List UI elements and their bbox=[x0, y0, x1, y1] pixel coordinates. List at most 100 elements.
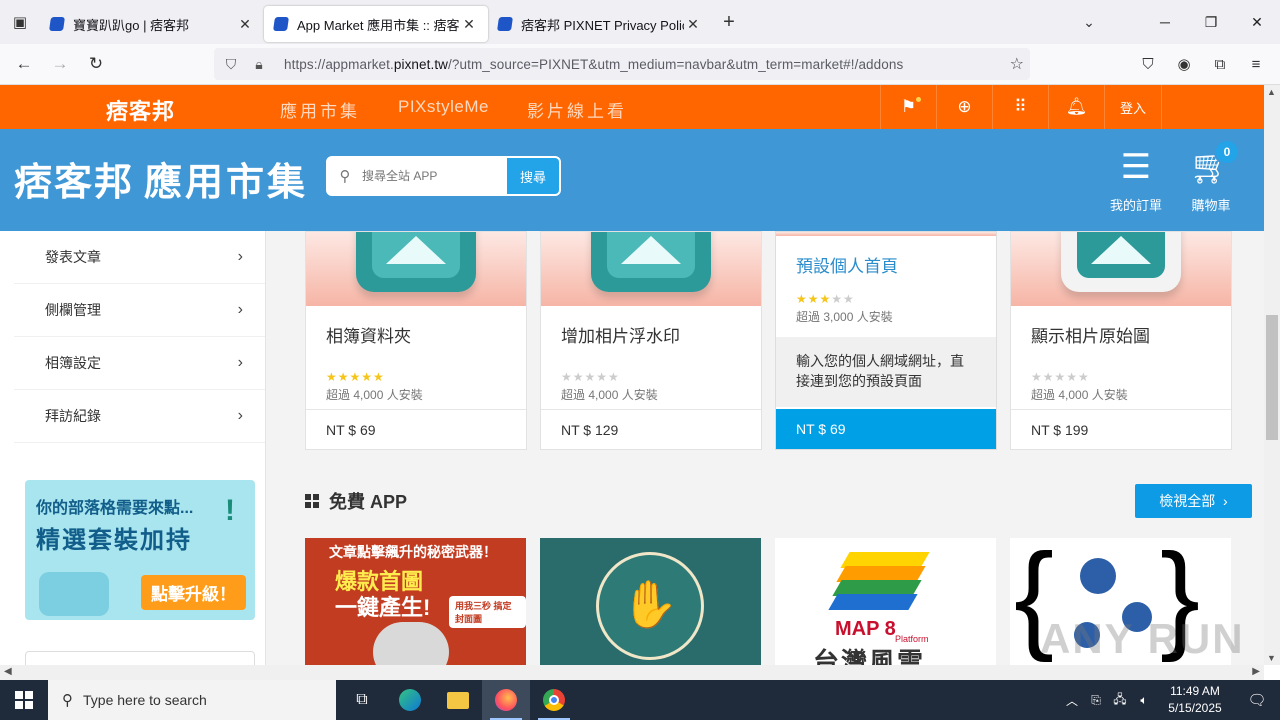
menu-icon[interactable]: ≡ bbox=[1238, 48, 1274, 80]
clock-time: 11:49 AM bbox=[1170, 684, 1220, 698]
tab-title: 痞客邦 PIXNET Privacy Policy bbox=[521, 17, 684, 33]
app-name: 增加相片浮水印 bbox=[561, 327, 680, 346]
search-button[interactable]: 搜尋 bbox=[507, 158, 559, 194]
promo-upgrade-button[interactable]: 點擊升級！ bbox=[141, 575, 246, 610]
edge-icon[interactable] bbox=[386, 680, 434, 720]
url-bar[interactable]: ⛉ 🔒︎ https://appmarket.pixnet.tw/?utm_so… bbox=[214, 48, 1030, 80]
sidebar-item-album-settings[interactable]: 相簿設定 › bbox=[14, 337, 265, 390]
cart-label: 購物車 bbox=[1191, 198, 1231, 213]
app-search-input[interactable] bbox=[362, 158, 507, 194]
back-icon[interactable]: ← bbox=[6, 48, 42, 80]
app-card-hovered[interactable]: 預設個人首頁 ★★★★★ 超過 3,000 人安裝 輸入您的個人網域網址，直接連… bbox=[775, 231, 997, 450]
app-market-brand[interactable]: 痞客邦 應用市集 bbox=[14, 151, 308, 206]
bell-icon[interactable]: 🔔︎ bbox=[1048, 85, 1104, 129]
scroll-up-icon[interactable]: ▲ bbox=[1267, 87, 1276, 97]
restore-icon[interactable]: ❐ bbox=[1188, 0, 1234, 44]
close-tab-icon[interactable]: ✕ bbox=[460, 16, 478, 33]
horizontal-scrollbar[interactable]: ◀ ▶ bbox=[0, 665, 1264, 680]
nav-link-video[interactable]: 影片線上看 bbox=[527, 97, 627, 122]
login-link[interactable]: 登入 bbox=[1104, 85, 1162, 129]
app-name: 預設個人首頁 bbox=[796, 257, 898, 276]
grid-icon[interactable]: ⠿ bbox=[992, 85, 1048, 129]
browser-tab-3[interactable]: 痞客邦 PIXNET Privacy Policy ✕ bbox=[488, 6, 712, 42]
free-app-card-map8[interactable]: MAP 8 Platform 台灣風雲 bbox=[775, 538, 996, 665]
close-tab-icon[interactable]: ✕ bbox=[236, 16, 254, 33]
tab-list-icon[interactable]: ▣ bbox=[0, 0, 40, 44]
scroll-right-icon[interactable]: ▶ bbox=[1252, 666, 1260, 677]
chrome-icon[interactable] bbox=[530, 680, 578, 720]
taskbar-search[interactable]: ⚲ Type here to search bbox=[48, 680, 336, 720]
minimize-icon[interactable]: ─ bbox=[1142, 0, 1188, 44]
app-thumbnail bbox=[541, 232, 761, 306]
vertical-scrollbar[interactable]: ▲ ▼ bbox=[1264, 85, 1280, 665]
firefox-icon[interactable] bbox=[482, 680, 530, 720]
taskbar-search-placeholder: Type here to search bbox=[83, 692, 207, 708]
browser-nav-bar: ← → ↻ ⛉ 🔒︎ https://appmarket.pixnet.tw/?… bbox=[0, 44, 1280, 85]
start-button[interactable] bbox=[0, 680, 48, 720]
file-explorer-icon[interactable] bbox=[434, 680, 482, 720]
account-icon[interactable]: ◉ bbox=[1166, 48, 1202, 80]
app-description: 輸入您的個人網域網址，直接連到您的預設頁面 bbox=[776, 337, 996, 407]
clock-date: 5/15/2025 bbox=[1168, 701, 1222, 715]
notification-icon[interactable]: 🗨︎ bbox=[1234, 691, 1280, 709]
scroll-down-icon[interactable]: ▼ bbox=[1267, 653, 1276, 663]
sidebar-item-widgets[interactable]: 側欄管理 › bbox=[14, 284, 265, 337]
notification-dot bbox=[916, 96, 921, 102]
browser-tab-2[interactable]: App Market 應用市集 :: 痞客邦 ✕ bbox=[264, 6, 488, 42]
volume-icon[interactable]: 🔈︎ bbox=[1132, 693, 1156, 708]
search-circle-icon[interactable]: ⊕ bbox=[936, 85, 992, 129]
promo-line-2: 精選套裝加持 bbox=[36, 527, 192, 554]
close-window-icon[interactable]: ✕ bbox=[1234, 0, 1280, 44]
close-tab-icon[interactable]: ✕ bbox=[684, 16, 702, 33]
pixnet-favicon bbox=[49, 17, 65, 31]
app-price[interactable]: NT $ 69 bbox=[776, 409, 996, 449]
network-icon[interactable]: 🖧︎ bbox=[1108, 690, 1132, 711]
pocket-icon[interactable]: ⛉ bbox=[1130, 48, 1166, 80]
windows-taskbar: ⚲ Type here to search ⧉ ︿ ⎘ 🖧︎ 🔈︎ 11:49 A… bbox=[0, 680, 1280, 720]
orders-label: 我的訂單 bbox=[1109, 198, 1162, 213]
reload-icon[interactable]: ↻ bbox=[78, 48, 114, 80]
upgrade-promo-banner[interactable]: 你的部落格需要來點... 精選套裝加持 ! 點擊升級！ bbox=[25, 480, 255, 620]
new-tab-icon[interactable]: + bbox=[712, 11, 746, 34]
chevron-up-icon[interactable]: ︿ bbox=[1060, 692, 1084, 709]
my-orders-button[interactable]: ☰ 我的訂單 bbox=[1106, 147, 1166, 214]
url-text[interactable]: https://appmarket.pixnet.tw/?utm_source=… bbox=[284, 57, 903, 72]
grid-icon bbox=[305, 494, 319, 508]
task-view-icon[interactable]: ⧉ bbox=[338, 680, 386, 720]
extensions-icon[interactable]: ⧉ bbox=[1202, 48, 1238, 80]
star-rating: ★★★★★ bbox=[1031, 370, 1090, 384]
bookmark-icon[interactable]: ⚑ bbox=[880, 85, 936, 129]
scroll-left-icon[interactable]: ◀ bbox=[4, 666, 12, 677]
app-card[interactable]: 增加相片浮水印 ★★★★★ 超過 4,000 人安裝 NT $ 129 bbox=[540, 231, 762, 450]
scrollbar-thumb[interactable] bbox=[1266, 315, 1278, 440]
sidebar-item-visit-log[interactable]: 拜訪紀錄 › bbox=[14, 390, 265, 443]
anyrun-watermark: ANY RUN bbox=[1040, 615, 1245, 662]
pixnet-logo[interactable]: 痞客邦 bbox=[106, 94, 175, 126]
site-top-nav: 痞客邦 應用市集 PIXstyleMe 影片線上看 ⚑ ⊕ ⠿ 🔔︎ 登入 bbox=[0, 85, 1264, 129]
browser-tab-bar: ▣ 寶寶趴趴go | 痞客邦 ✕ App Market 應用市集 :: 痞客邦 … bbox=[0, 0, 1280, 44]
app-card[interactable]: 顯示相片原始圖 ★★★★★ 超過 4,000 人安裝 NT $ 199 bbox=[1010, 231, 1232, 450]
nav-link-pixstyleme[interactable]: PIXstyleMe bbox=[398, 97, 489, 122]
sidebar-item-post[interactable]: 發表文章 › bbox=[14, 231, 265, 284]
tab-overflow-chevron-icon[interactable]: ⌄ bbox=[1072, 14, 1106, 31]
system-tray: ︿ ⎘ 🖧︎ 🔈︎ 11:49 AM 5/15/2025 🗨︎ bbox=[1060, 680, 1280, 720]
forward-icon[interactable]: → bbox=[42, 48, 78, 80]
image-app-icon bbox=[591, 232, 711, 292]
device-icon[interactable]: ⎘ bbox=[1084, 693, 1108, 708]
app-card[interactable]: 相簿資料夾 ★★★★★ 超過 4,000 人安裝 NT $ 69 bbox=[305, 231, 527, 450]
browser-tab-1[interactable]: 寶寶趴趴go | 痞客邦 ✕ bbox=[40, 6, 264, 42]
free-app-card-clap[interactable]: ✋ bbox=[540, 538, 761, 665]
free-app-card-cover-generator[interactable]: 文章點擊飆升的秘密武器！ 爆款首圖 一鍵產生! 用我三秒 搞定封面圖 bbox=[305, 538, 526, 665]
map8-title: 台灣風雲 bbox=[813, 647, 926, 665]
sidebar-item-label: 相簿設定 bbox=[45, 355, 101, 371]
cart-button[interactable]: 🛒︎ 0 購物車 bbox=[1186, 139, 1240, 214]
nav-link-app-market[interactable]: 應用市集 bbox=[280, 97, 360, 122]
app-price: NT $ 69 bbox=[306, 409, 526, 449]
promo-illustration bbox=[39, 572, 109, 616]
shield-icon[interactable]: ⛉ bbox=[220, 56, 242, 73]
map-layers-logo bbox=[828, 552, 930, 612]
view-all-button[interactable]: 檢視全部 › bbox=[1135, 484, 1252, 518]
clock[interactable]: 11:49 AM 5/15/2025 bbox=[1156, 683, 1234, 717]
lock-icon[interactable]: 🔒︎ bbox=[248, 56, 270, 73]
bookmark-star-icon[interactable]: ☆ bbox=[1010, 54, 1024, 74]
